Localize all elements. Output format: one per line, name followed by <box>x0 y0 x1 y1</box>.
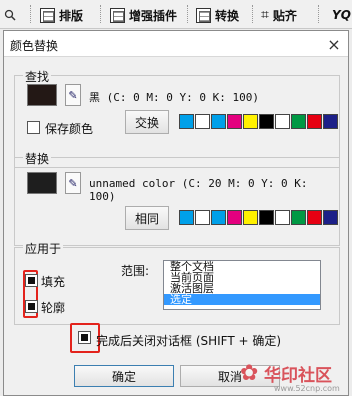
range-label: 范围: <box>121 264 150 278</box>
palette-color-chip[interactable] <box>307 114 322 129</box>
close-after-label: 完成后关闭对话框 (SHIFT + 确定) <box>96 334 282 348</box>
palette-color-chip[interactable] <box>307 210 322 225</box>
plugins-button[interactable]: 增强插件 <box>110 4 177 26</box>
close-after-checkbox[interactable] <box>78 331 91 344</box>
palette-color-chip[interactable] <box>275 114 290 129</box>
toolbar-separator <box>252 5 254 23</box>
toolbar-separator <box>30 5 32 23</box>
find-eyedropper-icon[interactable]: ✎ <box>65 84 81 106</box>
watermark-brand-icon: ✿ <box>240 361 259 386</box>
watermark-brand: 华印社区 <box>264 366 332 386</box>
toolbar-separator <box>318 5 320 23</box>
palette-color-chip[interactable] <box>291 210 306 225</box>
zoom-icon[interactable] <box>4 4 16 26</box>
palette-color-chip[interactable] <box>275 210 290 225</box>
palette-color-chip[interactable] <box>291 114 306 129</box>
palette-color-chip[interactable] <box>323 114 338 129</box>
palette-color-chip[interactable] <box>195 114 210 129</box>
convert-button[interactable]: 转换 <box>196 4 239 26</box>
paste-align-button[interactable]: ⌗ 贴齐 <box>261 4 297 26</box>
toolbar-separator <box>100 5 102 23</box>
typeset-button[interactable]: 排版 <box>40 4 83 26</box>
plugins-icon <box>110 7 125 23</box>
palette-color-chip[interactable] <box>179 114 194 129</box>
palette-color-chip[interactable] <box>243 114 258 129</box>
convert-icon <box>196 7 211 23</box>
palette-color-chip[interactable] <box>227 210 242 225</box>
typeset-icon <box>40 7 55 23</box>
replace-group-title: 替换 <box>23 150 52 167</box>
palette-color-chip[interactable] <box>211 114 226 129</box>
fill-label: 填充 <box>41 275 66 289</box>
outline-label: 轮廓 <box>41 301 66 315</box>
find-color-swatch[interactable] <box>27 84 57 106</box>
watermark-url: www.52cnp.com <box>274 384 340 393</box>
palette-color-chip[interactable] <box>195 210 210 225</box>
toolbar-separator <box>187 5 189 23</box>
swap-button[interactable]: 交换 <box>125 110 169 134</box>
paste-align-icon: ⌗ <box>261 7 269 23</box>
close-icon[interactable]: × <box>324 35 344 54</box>
ok-button[interactable]: 确定 <box>74 365 174 387</box>
main-toolbar: 排版 增强插件 转换 ⌗ 贴齐 YQ <box>0 0 352 29</box>
replace-group: 替换 ✎ unnamed color (C: 20 M: 0 Y: 0 K: 1… <box>14 150 340 246</box>
palette-color-chip[interactable] <box>211 210 226 225</box>
toolbar-overflow[interactable]: YQ <box>332 4 351 26</box>
find-group-title: 查找 <box>23 68 52 85</box>
keep-color-label: 保存颜色 <box>45 122 94 136</box>
palette-color-chip[interactable] <box>179 210 194 225</box>
keep-color-checkbox[interactable] <box>27 121 40 134</box>
dialog-title: 颜色替换 <box>10 39 59 53</box>
apply-group-title: 应用于 <box>23 240 64 257</box>
find-group: 查找 ✎ 黑 (C: 0 M: 0 Y: 0 K: 100) 保存颜色 交换 <box>14 68 340 168</box>
palette-color-chip[interactable] <box>259 210 274 225</box>
replace-color-swatch[interactable] <box>27 172 57 194</box>
palette-color-chip[interactable] <box>243 210 258 225</box>
replace-eyedropper-icon[interactable]: ✎ <box>65 172 81 194</box>
find-palette <box>179 114 339 129</box>
fill-checkbox[interactable] <box>25 274 38 287</box>
palette-color-chip[interactable] <box>227 114 242 129</box>
find-color-description: 黑 (C: 0 M: 0 Y: 0 K: 100) <box>89 91 259 104</box>
apply-group: 应用于 填充 轮廓 范围: 整个文档 当前页面 激活图层 选定 <box>14 240 340 325</box>
dialog-titlebar: 颜色替换 × <box>4 31 348 57</box>
range-listbox[interactable]: 整个文档 当前页面 激活图层 选定 <box>163 260 321 310</box>
color-replace-dialog: 颜色替换 × 查找 ✎ 黑 (C: 0 M: 0 Y: 0 K: 100) 保存… <box>3 30 349 396</box>
outline-checkbox[interactable] <box>25 300 38 313</box>
range-option-selected[interactable]: 选定 <box>164 294 320 305</box>
palette-color-chip[interactable] <box>323 210 338 225</box>
replace-color-description: unnamed color (C: 20 M: 0 Y: 0 K: 100) <box>89 177 308 203</box>
replace-palette <box>179 210 339 225</box>
watermark-logo: ✿ 华印社区 www.52cnp.com <box>240 357 348 395</box>
palette-color-chip[interactable] <box>259 114 274 129</box>
same-button[interactable]: 相同 <box>125 206 169 230</box>
